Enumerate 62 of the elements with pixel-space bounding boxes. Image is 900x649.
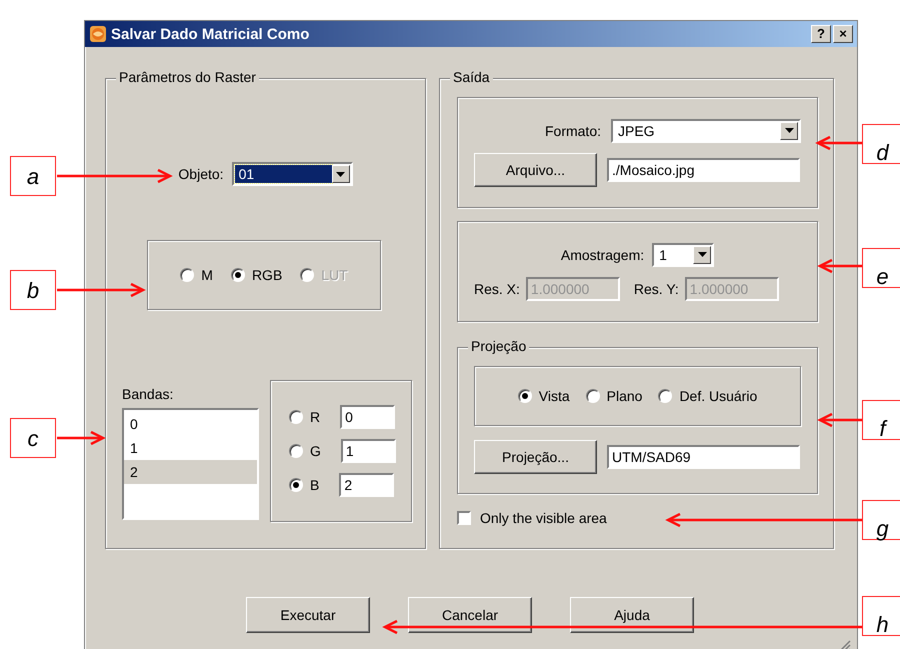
channel-band-field[interactable]: 1 (340, 439, 396, 463)
radio-button[interactable] (289, 410, 303, 424)
sampling-dropdown[interactable]: 1 (652, 242, 714, 266)
callout-label: f (862, 400, 900, 440)
dialog-button[interactable]: Executar (246, 597, 370, 633)
callout-arrow (57, 430, 106, 446)
callout-arrow (815, 136, 862, 150)
radio-button[interactable] (658, 389, 672, 403)
channel-label: B (310, 477, 320, 493)
callout-arrow (817, 412, 862, 428)
dialog-button[interactable]: Cancelar (408, 597, 532, 633)
group-title: Parâmetros do Raster (116, 69, 259, 85)
close-button[interactable]: × (833, 25, 853, 43)
radio-button[interactable] (289, 444, 303, 458)
callout-label: b (10, 270, 56, 310)
radio-button[interactable] (518, 389, 532, 403)
res-y-label: Res. Y: (634, 280, 679, 296)
callout-label: g (862, 500, 900, 540)
callout-arrow (817, 258, 862, 274)
format-label: Formato: (544, 122, 601, 138)
callout-label: e (862, 248, 900, 288)
projection-option-label: Vista (538, 388, 570, 404)
object-label: Objeto: (178, 166, 224, 182)
object-dropdown[interactable]: 01 (232, 162, 353, 186)
file-button[interactable]: Arquivo... (474, 152, 597, 186)
file-path-field[interactable]: ./Mosaico.jpg (607, 158, 800, 182)
callout-label: d (862, 124, 900, 164)
callout-label: c (10, 418, 56, 458)
app-icon (89, 25, 107, 43)
dialog-button[interactable]: Ajuda (570, 597, 694, 633)
help-button[interactable]: ? (811, 25, 831, 43)
dropdown-arrow-icon (784, 128, 794, 133)
dropdown-arrow-icon (698, 252, 707, 257)
mode-label: M (201, 267, 213, 283)
band-item[interactable]: 0 (124, 412, 257, 436)
bands-label: Bandas: (122, 386, 174, 402)
channel-label: G (310, 443, 321, 459)
channel-label: R (310, 409, 320, 425)
visible-area-checkbox[interactable]: Only the visible area (457, 510, 818, 526)
projection-option-label: Def. Usuário (679, 388, 758, 404)
radio-button[interactable] (586, 389, 600, 403)
callout-label: a (10, 156, 56, 196)
radio-button[interactable] (230, 268, 245, 282)
res-x-label: Res. X: (474, 280, 520, 296)
band-item[interactable]: 2 (124, 460, 257, 484)
bands-list[interactable]: 0 1 2 (122, 408, 259, 520)
projection-button[interactable]: Projeção... (474, 440, 597, 474)
sampling-label: Amostragem: (560, 246, 644, 262)
projection-field[interactable]: UTM/SAD69 (607, 445, 800, 469)
band-item[interactable]: 1 (124, 436, 257, 460)
channel-band-field[interactable]: 0 (340, 405, 396, 429)
radio-button[interactable] (180, 268, 194, 282)
group-title: Saída (450, 69, 493, 85)
callout-label: h (862, 596, 900, 636)
mode-label: RGB (252, 267, 282, 283)
window-title: Salvar Dado Matricial Como (111, 26, 310, 42)
format-dropdown[interactable]: JPEG (611, 118, 801, 142)
group-title: Projeção (468, 338, 530, 354)
channel-band-field[interactable]: 2 (339, 473, 394, 497)
dropdown-arrow-icon (336, 172, 346, 176)
radio-button[interactable] (289, 478, 303, 492)
projection-option-label: Plano (606, 388, 642, 404)
